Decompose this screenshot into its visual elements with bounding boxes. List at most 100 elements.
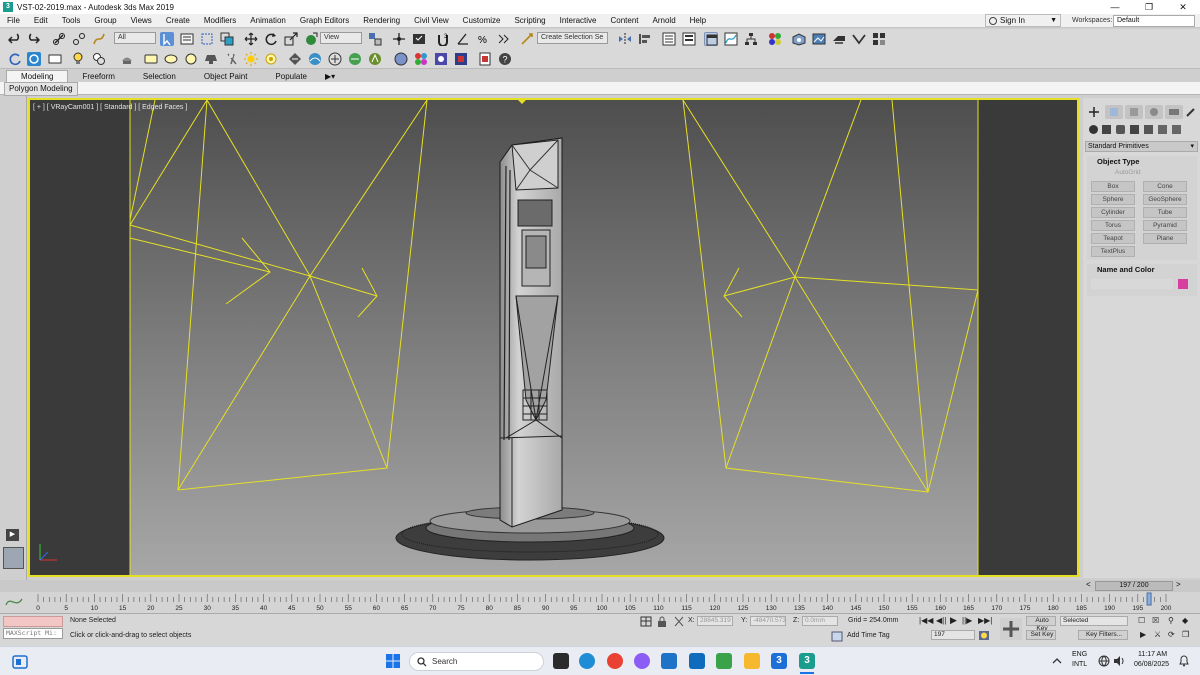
pyramid-button[interactable]: Pyramid — [1143, 220, 1187, 231]
vfb-history-icon[interactable] — [454, 52, 468, 66]
sphere-button[interactable]: Sphere — [1091, 194, 1135, 205]
vray-frame-buffer-icon[interactable] — [872, 32, 886, 46]
notification-bell-icon[interactable] — [1178, 655, 1190, 667]
multi-color-icon[interactable] — [414, 52, 428, 66]
move-icon[interactable] — [244, 32, 258, 46]
tab-selection[interactable]: Selection — [129, 71, 190, 82]
maxscript-mini-listener[interactable]: MAXScript Mi: — [3, 628, 63, 639]
x-coordinate-field[interactable]: 28845.319 — [697, 616, 733, 626]
go-to-end-button[interactable]: ▶▶| — [978, 616, 992, 625]
utilities-tab[interactable] — [1183, 105, 1200, 119]
isolate-selection-icon[interactable] — [640, 616, 652, 627]
modify-tab[interactable] — [1105, 105, 1123, 119]
task-view-icon[interactable] — [553, 653, 569, 669]
vray-clipper-icon[interactable] — [328, 52, 342, 66]
name-and-color-header[interactable]: Name and Color — [1087, 264, 1197, 276]
create-tab[interactable] — [1085, 105, 1103, 119]
menu-content[interactable]: Content — [604, 16, 646, 25]
keyboard-layout-label[interactable]: INTL — [1072, 661, 1087, 668]
tab-freeform[interactable]: Freeform — [68, 71, 128, 82]
walk-through-icon[interactable]: ⚔ — [1154, 630, 1161, 639]
frame-buffer-icon[interactable] — [48, 52, 62, 66]
vray-fur-icon[interactable] — [308, 52, 322, 66]
refresh-icon[interactable] — [8, 52, 22, 66]
field-of-view-icon[interactable]: ◆ — [1182, 616, 1188, 625]
vray-sphere-icon[interactable] — [394, 52, 408, 66]
link-icon[interactable] — [52, 32, 66, 46]
maxscript-listener-output[interactable] — [3, 616, 63, 627]
tab-populate[interactable]: Populate — [261, 71, 321, 82]
absolute-mode-icon[interactable] — [674, 616, 684, 627]
scale-icon[interactable] — [284, 32, 298, 46]
viewport-vraycam[interactable]: [ + ] [ VRayCam001 ] [ Standard ] [ Edge… — [28, 98, 1079, 577]
curve-editor-icon[interactable] — [724, 32, 738, 46]
previous-frame-button[interactable]: ◀|| — [936, 616, 946, 625]
sign-in-button[interactable]: Sign In ▼ — [985, 14, 1061, 27]
auto-key-button[interactable]: Auto Key — [1026, 616, 1056, 632]
bind-spacewarp-icon[interactable] — [92, 32, 106, 46]
3ds-max-secondary-icon[interactable]: 3 — [771, 653, 787, 669]
hierarchy-tab[interactable] — [1125, 105, 1143, 119]
cylinder-button[interactable]: Cylinder — [1091, 207, 1135, 218]
lights-icon[interactable] — [1116, 125, 1125, 134]
menu-modifiers[interactable]: Modifiers — [197, 16, 243, 25]
vray-sun-icon[interactable] — [224, 52, 238, 66]
torus-button[interactable]: Torus — [1091, 220, 1135, 231]
schematic-view-icon[interactable] — [744, 32, 758, 46]
expand-layout-button[interactable]: ▶ — [6, 529, 19, 541]
set-key-button[interactable]: Set Key — [1026, 630, 1056, 640]
menu-views[interactable]: Views — [124, 16, 159, 25]
viewport-layout-thumbnail[interactable] — [3, 547, 24, 569]
track-bar[interactable]: 0 5 10 15 20 25 30 35 40 45 50 55 60 65 70 75 80 85 90 95 10… — [0, 592, 1200, 614]
maximize-viewport-icon[interactable]: ❒ — [1182, 630, 1189, 639]
zoom-icon[interactable]: ⚲ — [1168, 616, 1174, 625]
viewport-label[interactable]: [ + ] [ VRayCam001 ] [ Standard ] [ Edge… — [33, 104, 187, 111]
menu-rendering[interactable]: Rendering — [356, 16, 407, 25]
menu-interactive[interactable]: Interactive — [553, 16, 604, 25]
layer-explorer-icon[interactable] — [682, 32, 696, 46]
set-key-icon[interactable] — [1000, 618, 1022, 640]
menu-create[interactable]: Create — [159, 16, 197, 25]
menu-file[interactable]: File — [0, 16, 27, 25]
reference-coordinate-select[interactable]: View — [320, 32, 362, 44]
microsoft-store-icon[interactable] — [661, 653, 677, 669]
chevron-up-icon[interactable] — [1052, 656, 1062, 666]
material-editor-icon[interactable] — [768, 32, 782, 46]
geosphere-button[interactable]: GeoSphere — [1143, 194, 1187, 205]
vray-sphere-light-icon[interactable] — [184, 52, 198, 66]
next-frame-button[interactable]: ||▶ — [962, 616, 972, 625]
rotate-icon[interactable] — [264, 32, 278, 46]
rectangular-selection-icon[interactable] — [200, 32, 214, 46]
render-production-icon[interactable] — [832, 32, 846, 46]
vray-proxy-icon[interactable] — [288, 52, 302, 66]
keyboard-shortcut-icon[interactable] — [412, 32, 426, 46]
object-name-input[interactable] — [1091, 279, 1173, 289]
outlook-icon[interactable] — [689, 653, 705, 669]
task-view-widgets-icon[interactable] — [12, 654, 28, 670]
excel-icon[interactable] — [716, 653, 732, 669]
angle-snap-icon[interactable] — [456, 32, 470, 46]
menu-civil-view[interactable]: Civil View — [407, 16, 456, 25]
select-by-name-icon[interactable] — [180, 32, 194, 46]
clock-time[interactable]: 11:17 AM — [1138, 651, 1167, 658]
mirror-icon[interactable] — [618, 32, 632, 46]
lock-icon[interactable] — [657, 616, 667, 627]
select-manipulate-icon[interactable] — [392, 32, 406, 46]
go-to-start-button[interactable]: |◀◀ — [919, 616, 933, 625]
vray-toolbar-button[interactable] — [27, 52, 41, 66]
minimize-button[interactable]: — — [1098, 0, 1132, 14]
box-button[interactable]: Box — [1091, 181, 1135, 192]
zoom-extents-icon[interactable]: ☐ — [1138, 616, 1145, 625]
add-time-tag[interactable]: Add Time Tag — [847, 632, 890, 639]
current-frame-field[interactable]: 197 — [931, 630, 975, 640]
pan-view-icon[interactable]: ▶ — [1140, 630, 1146, 639]
percent-snap-icon[interactable]: % — [476, 32, 490, 46]
helpers-icon[interactable] — [1144, 125, 1153, 134]
menu-group[interactable]: Group — [87, 16, 123, 25]
motion-tab[interactable] — [1145, 105, 1163, 119]
menu-edit[interactable]: Edit — [27, 16, 55, 25]
taskbar-search-box[interactable]: Search — [409, 652, 544, 671]
unlink-icon[interactable] — [72, 32, 86, 46]
autogrid-checkbox[interactable]: AutoGrid — [1115, 169, 1141, 176]
toggle-ribbon-button[interactable] — [704, 32, 718, 46]
